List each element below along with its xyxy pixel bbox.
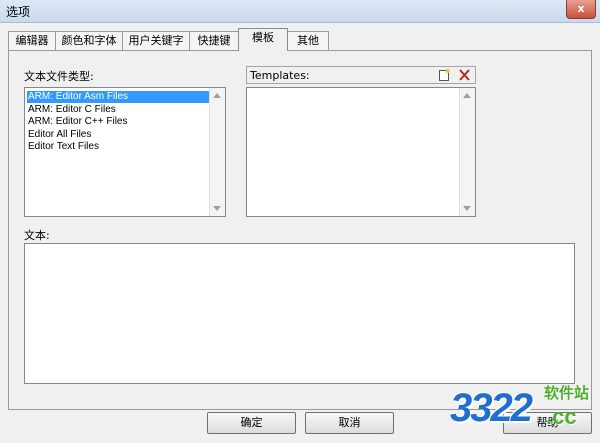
new-icon <box>439 69 450 81</box>
tab-editor[interactable]: 编辑器 <box>8 31 56 50</box>
delete-icon <box>459 69 470 81</box>
delete-template-button[interactable] <box>457 68 472 82</box>
tab-other[interactable]: 其他 <box>287 31 329 50</box>
file-types-label: 文本文件类型: <box>24 70 94 83</box>
list-item[interactable]: ARM: Editor C Files <box>27 104 116 116</box>
scroll-up-icon[interactable] <box>213 93 221 98</box>
file-types-list[interactable]: ARM: Editor Asm Files ARM: Editor C File… <box>24 87 226 217</box>
text-area[interactable] <box>24 243 575 384</box>
list-item[interactable]: ARM: Editor Asm Files <box>27 91 209 103</box>
scroll-up-icon[interactable] <box>463 93 471 98</box>
window-title: 选项 <box>6 5 31 19</box>
templates-scrollbar[interactable] <box>459 88 475 216</box>
new-template-button[interactable] <box>437 68 452 82</box>
list-item[interactable]: Editor Text Files <box>27 141 99 153</box>
tab-user-keywords[interactable]: 用户关键字 <box>122 31 190 50</box>
title-bar: 选项 x <box>0 0 600 23</box>
logo-site: 软件站 <box>544 384 590 402</box>
ok-button[interactable]: 确定 <box>207 412 296 434</box>
tab-shortcuts[interactable]: 快捷键 <box>189 31 239 50</box>
templates-label: Templates: <box>250 69 310 82</box>
watermark-logo: 3322 软件站 .cc <box>442 378 592 440</box>
close-icon: x <box>577 2 585 15</box>
templates-header: Templates: <box>246 66 476 84</box>
close-button[interactable]: x <box>566 0 596 19</box>
scroll-down-icon[interactable] <box>463 206 471 211</box>
templates-list[interactable] <box>246 87 476 217</box>
list-item[interactable]: Editor All Files <box>27 129 91 141</box>
tab-colors-fonts[interactable]: 颜色和字体 <box>55 31 123 50</box>
logo-suffix: .cc <box>546 404 577 429</box>
logo-digits: 3322 <box>450 386 533 430</box>
scroll-down-icon[interactable] <box>213 206 221 211</box>
list-item[interactable]: ARM: Editor C++ Files <box>27 116 127 128</box>
text-label: 文本: <box>24 229 50 242</box>
file-types-scrollbar[interactable] <box>209 88 225 216</box>
cancel-button[interactable]: 取消 <box>305 412 394 434</box>
tab-templates[interactable]: 模板 <box>238 28 288 51</box>
